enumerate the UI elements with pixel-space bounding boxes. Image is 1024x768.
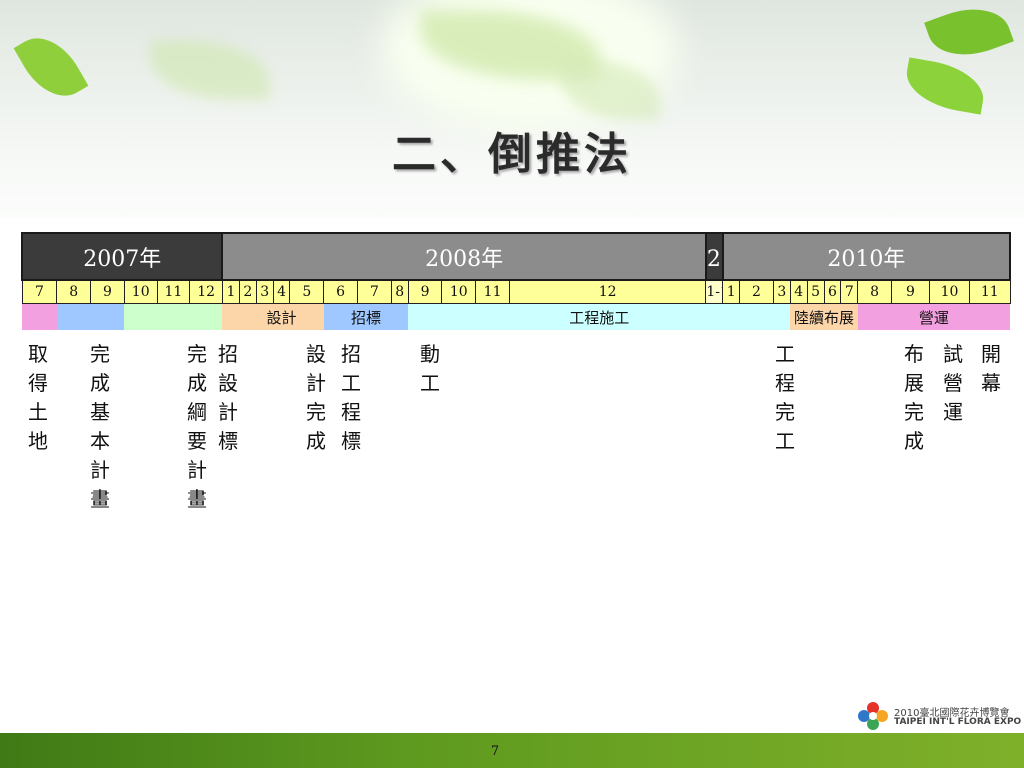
milestone-note: 動 工 xyxy=(420,342,440,395)
year-cell: 2007年 xyxy=(20,232,224,281)
leaf-blur-1 xyxy=(150,40,270,100)
month-cell: 12 xyxy=(189,279,223,304)
milestone-notes: 取 得 土 地 完 成 基 本 計 畫 完 成 綱 要 計 畫招 設 計 標 設 計 … xyxy=(0,340,1024,520)
phase-cell: 工程施工 xyxy=(408,303,791,330)
month-cell: 7 xyxy=(21,279,58,304)
year-cell: 2008年 xyxy=(221,232,707,281)
month-cell: 11 xyxy=(156,279,191,304)
month-cell: 8 xyxy=(56,279,92,304)
month-cell: 5 xyxy=(289,279,325,304)
phase-cell xyxy=(56,303,125,330)
milestone-note: 招 工 程 標 xyxy=(341,342,361,453)
month-cell: 12 xyxy=(508,279,707,304)
milestone-note: 招 設 計 標 xyxy=(218,342,238,453)
phase-cell: 招標 xyxy=(323,303,409,330)
leaf-decoration-right-bottom xyxy=(901,57,989,115)
milestone-note: 布 展 完 成 xyxy=(904,342,924,453)
page-number: 7 xyxy=(490,744,500,759)
month-cell: 8 xyxy=(857,279,893,304)
month-cell: 9 xyxy=(90,279,125,304)
month-cell: 10 xyxy=(123,279,158,304)
month-cell: 4 xyxy=(789,279,808,304)
header-banner: 二、倒推法 xyxy=(0,0,1024,218)
milestone-note: 開 幕 xyxy=(981,342,1001,395)
phase-cell xyxy=(22,303,57,330)
month-cell: 1 xyxy=(221,279,240,304)
month-cell: 6 xyxy=(323,279,359,304)
milestone-note: 完 成 綱 要 計 畫 xyxy=(187,342,207,511)
month-cell: 11 xyxy=(969,279,1011,304)
phase-cell: 營運 xyxy=(857,303,1010,330)
year-row: 2007年2008年2009年2010年 xyxy=(20,232,1012,281)
month-cell: 1-12 xyxy=(705,279,724,304)
milestone-note: 設 計 完 成 xyxy=(306,342,326,453)
leaf-decoration-right-top xyxy=(924,0,1014,68)
milestone-note: 完 成 基 本 計 畫 xyxy=(90,342,110,511)
milestone-note: 取 得 土 地 xyxy=(28,342,48,453)
phase-cell xyxy=(222,303,240,330)
month-cell: 6 xyxy=(823,279,842,304)
phase-cell xyxy=(124,303,223,330)
month-cell: 11 xyxy=(475,279,510,304)
month-row: 7891011121234567891011121-12123456789101… xyxy=(21,279,1011,304)
flora-expo-logo: 2010臺北國際花卉博覽會 TAIPEI INT'L FLORA EXPO xyxy=(856,700,1021,732)
month-cell: 7 xyxy=(357,279,392,304)
month-cell: 9 xyxy=(891,279,930,304)
year-cell: 2009年 xyxy=(704,232,724,281)
footer-bar xyxy=(0,733,1024,768)
month-cell: 8 xyxy=(390,279,409,304)
month-cell: 1 xyxy=(722,279,741,304)
month-cell: 3 xyxy=(772,279,791,304)
month-cell: 2 xyxy=(739,279,774,304)
schedule-table: 2007年2008年2009年2010年 7891011121234567891… xyxy=(20,232,1012,330)
slide-title: 二、倒推法 xyxy=(392,129,632,180)
month-cell: 7 xyxy=(840,279,859,304)
phase-cell: 陸續布展 xyxy=(790,303,858,330)
month-cell: 9 xyxy=(407,279,443,304)
month-cell: 2 xyxy=(238,279,257,304)
phase-row: 設計 招標 工程施工 陸續布展 營運 xyxy=(22,303,1010,330)
milestone-note: 工 程 完 工 xyxy=(775,342,795,453)
logo-english-text: TAIPEI INT'L FLORA EXPO xyxy=(894,717,1022,727)
month-cell: 10 xyxy=(441,279,477,304)
leaf-decoration-left xyxy=(13,25,89,109)
milestone-note: 試 營 運 xyxy=(943,342,963,424)
month-cell: 10 xyxy=(928,279,971,304)
year-cell: 2010年 xyxy=(721,232,1012,281)
flower-logo-icon xyxy=(858,702,888,730)
phase-cell: 設計 xyxy=(239,303,324,330)
month-cell: 5 xyxy=(806,279,825,304)
month-cell: 3 xyxy=(255,279,274,304)
month-cell: 4 xyxy=(272,279,291,304)
